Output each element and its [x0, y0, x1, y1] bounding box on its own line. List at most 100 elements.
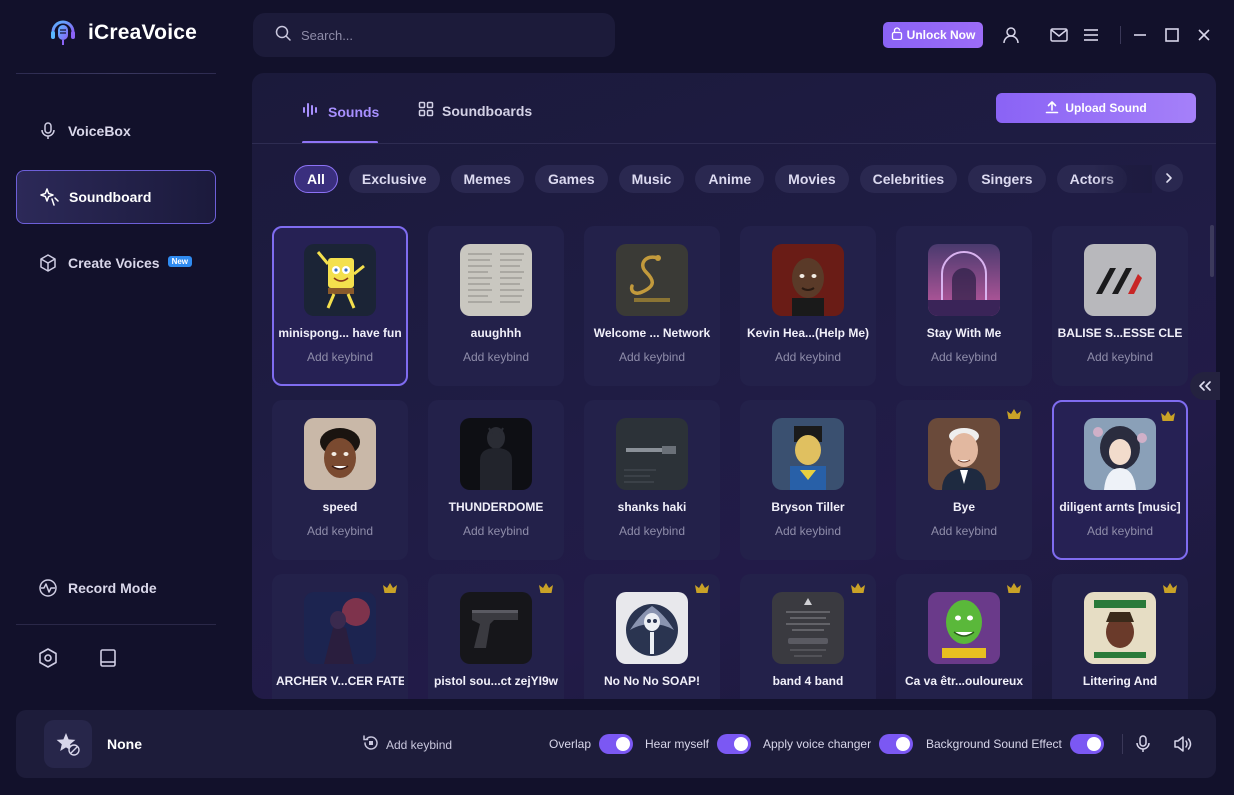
sound-name: BALISE S...ESSE CLE	[1057, 326, 1183, 340]
sound-card[interactable]: ARCHER V...CER FATE Add keybind	[272, 574, 408, 699]
sound-card[interactable]: auughhh Add keybind	[428, 226, 564, 386]
unlock-now-button[interactable]: Unlock Now	[883, 22, 983, 48]
add-keybind-link[interactable]: Add keybind	[432, 698, 560, 699]
search-bar[interactable]	[253, 13, 615, 57]
unlock-label: Unlock Now	[906, 28, 976, 42]
maximize-icon[interactable]	[1162, 25, 1182, 45]
sound-card[interactable]: shanks haki Add keybind	[584, 400, 720, 560]
sound-card[interactable]: Stay With Me Add keybind	[896, 226, 1032, 386]
chips-fade	[1092, 165, 1152, 193]
cartoon-character-thumbnail	[772, 418, 844, 490]
scrollbar-thumb[interactable]	[1210, 225, 1214, 277]
add-keybind-link[interactable]: Add keybind	[588, 350, 716, 364]
search-input[interactable]	[301, 27, 591, 43]
overlap-toggle[interactable]	[599, 734, 634, 754]
add-keybind-link[interactable]: Add keybind	[744, 524, 872, 538]
category-chip-all[interactable]: All	[294, 165, 338, 193]
guide-book-icon[interactable]	[96, 646, 120, 670]
upload-icon	[1045, 100, 1059, 117]
sound-card[interactable]: Kevin Hea...(Help Me) Add keybind	[740, 226, 876, 386]
unlock-icon	[891, 27, 903, 43]
add-keybind-link[interactable]: Add keybind	[744, 350, 872, 364]
add-keybind-link[interactable]: Add keybind	[900, 350, 1028, 364]
category-chip-movies[interactable]: Movies	[775, 165, 849, 193]
sound-name: band 4 band	[772, 674, 844, 688]
tab-label: Soundboards	[442, 102, 533, 119]
sound-card[interactable]: Bye Add keybind	[896, 400, 1032, 560]
dark-warrior-thumbnail	[304, 592, 376, 664]
sound-name: diligent arnts [music]	[1059, 500, 1181, 514]
add-keybind-link[interactable]: Add keybind	[588, 698, 716, 699]
sidebar: iCreaVoice VoiceBox Soundboard Create Vo…	[0, 0, 232, 700]
sound-card[interactable]: Welcome ... Network Add keybind	[584, 226, 720, 386]
sound-card[interactable]: band 4 band Add keybind	[740, 574, 876, 699]
chevron-right-icon[interactable]	[1155, 164, 1183, 192]
sound-name: Stay With Me	[926, 326, 1002, 340]
add-keybind-link[interactable]: Add keybind	[900, 698, 1028, 699]
add-keybind-link[interactable]: Add keybind	[432, 524, 560, 538]
add-keybind-link[interactable]: Add keybind	[276, 698, 404, 699]
add-keybind-link[interactable]: Add keybind	[900, 524, 1028, 538]
category-chip-anime[interactable]: Anime	[695, 165, 765, 193]
user-account-icon[interactable]	[1001, 25, 1021, 45]
bottom-divider	[1122, 734, 1123, 754]
sidebar-item-voicebox[interactable]: VoiceBox	[16, 104, 216, 158]
minimize-icon[interactable]	[1130, 25, 1150, 45]
favorite-star-icon	[44, 720, 92, 768]
crown-icon	[1007, 583, 1021, 593]
speaker-icon[interactable]	[1173, 734, 1193, 754]
sound-card[interactable]: diligent arnts [music] Add keybind	[1052, 400, 1188, 560]
playback-bar: None Add keybind Overlap Hear myself App…	[16, 710, 1216, 778]
app-name: iCreaVoice	[88, 21, 197, 44]
microphone-icon[interactable]	[1133, 734, 1153, 754]
sound-card[interactable]: Bryson Tiller Add keybind	[740, 400, 876, 560]
category-chip-exclusive[interactable]: Exclusive	[348, 165, 440, 193]
anime-girl-thumbnail	[1084, 418, 1156, 490]
sound-name: Welcome ... Network	[593, 326, 711, 340]
apply-voice-changer-toggle[interactable]	[879, 734, 914, 754]
sound-name: speed	[322, 500, 358, 514]
search-icon	[275, 25, 291, 46]
sound-card[interactable]: speed Add keybind	[272, 400, 408, 560]
app-logo: iCreaVoice	[48, 18, 197, 48]
category-chip-games[interactable]: Games	[534, 165, 608, 193]
add-keybind-button[interactable]: Add keybind	[362, 734, 452, 755]
sidebar-item-create-voices[interactable]: Create Voices New	[16, 236, 216, 290]
sidebar-item-label: VoiceBox	[68, 123, 131, 139]
category-chip-memes[interactable]: Memes	[450, 165, 524, 193]
sidebar-item-record-mode[interactable]: Record Mode	[16, 561, 216, 615]
category-chip-celebrities[interactable]: Celebrities	[859, 165, 958, 193]
sound-name: Kevin Hea...(Help Me)	[746, 326, 870, 340]
sound-card[interactable]: minispong... have fun Add keybind	[272, 226, 408, 386]
tab-sounds[interactable]: Sounds	[302, 101, 379, 122]
pistol-thumbnail	[460, 592, 532, 664]
category-chip-music[interactable]: Music	[618, 165, 685, 193]
add-keybind-link[interactable]: Add keybind	[1056, 350, 1184, 364]
add-keybind-link[interactable]: Add keybind	[1056, 698, 1184, 699]
add-keybind-link[interactable]: Add keybind	[432, 350, 560, 364]
upload-label: Upload Sound	[1065, 101, 1147, 115]
sidebar-item-soundboard[interactable]: Soundboard	[16, 170, 216, 224]
upload-sound-button[interactable]: Upload Sound	[996, 93, 1196, 123]
add-keybind-link[interactable]: Add keybind	[276, 350, 404, 364]
add-keybind-link[interactable]: Add keybind	[744, 698, 872, 699]
add-keybind-link[interactable]: Add keybind	[588, 524, 716, 538]
sound-card[interactable]: pistol sou...ct zejYI9w Add keybind	[428, 574, 564, 699]
dark-figure-thumbnail	[460, 418, 532, 490]
sound-card[interactable]: BALISE S...ESSE CLE Add keybind	[1052, 226, 1188, 386]
sound-card[interactable]: Ca va êtr...ouloureux Add keybind	[896, 574, 1032, 699]
hear-myself-toggle[interactable]	[717, 734, 752, 754]
background-sound-effect-toggle[interactable]	[1069, 734, 1104, 754]
category-chip-singers[interactable]: Singers	[968, 165, 1046, 193]
add-keybind-link[interactable]: Add keybind	[276, 524, 404, 538]
add-keybind-link[interactable]: Add keybind	[1056, 524, 1184, 538]
sound-card[interactable]: Littering And Add keybind	[1052, 574, 1188, 699]
menu-icon[interactable]	[1081, 25, 1101, 45]
tab-soundboards[interactable]: Soundboards	[418, 101, 532, 120]
sound-card[interactable]: No No No SOAP! Add keybind	[584, 574, 720, 699]
settings-icon[interactable]	[36, 646, 60, 670]
mail-icon[interactable]	[1049, 25, 1069, 45]
sound-card[interactable]: THUNDERDOME Add keybind	[428, 400, 564, 560]
double-chevron-left-icon[interactable]	[1190, 372, 1220, 400]
close-icon[interactable]	[1194, 25, 1214, 45]
